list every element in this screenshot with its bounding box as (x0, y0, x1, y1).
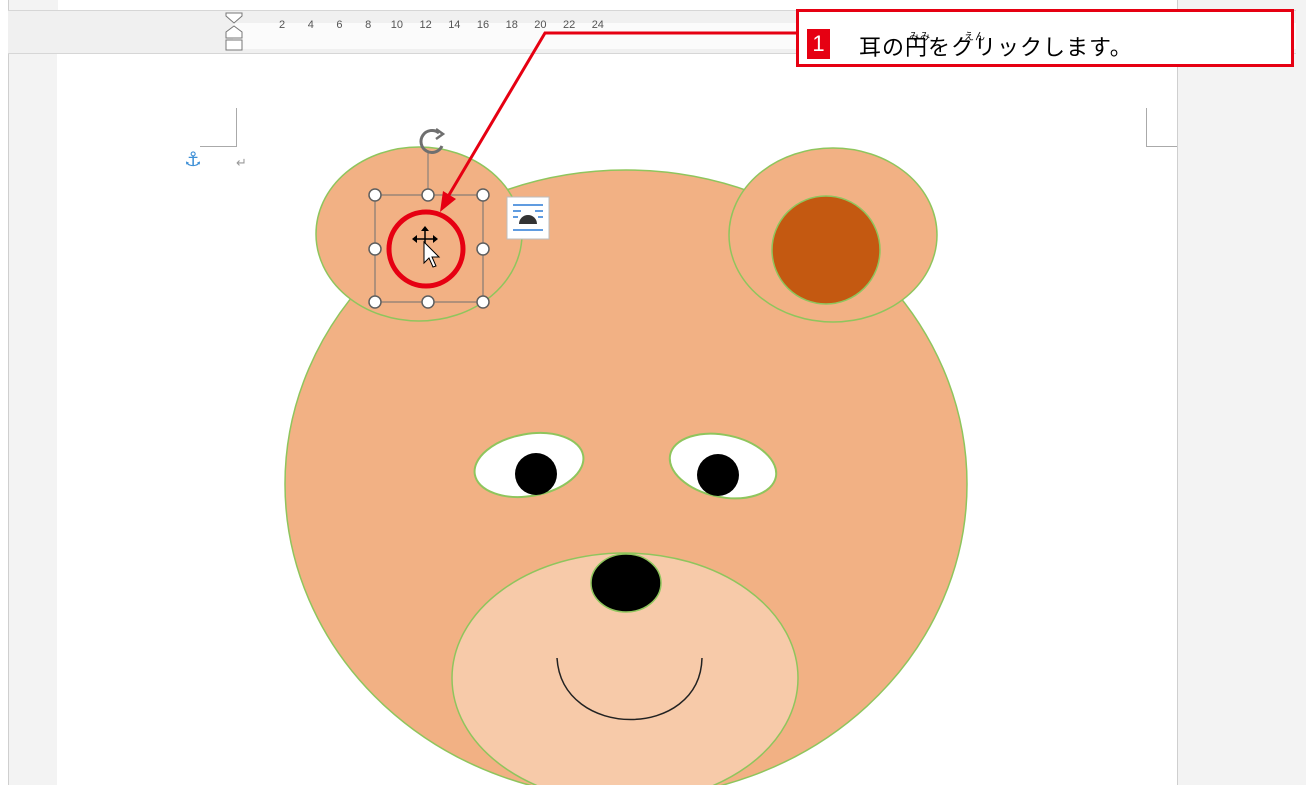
indent-marker-icon[interactable] (225, 12, 243, 51)
left-ear-shape[interactable] (315, 146, 523, 322)
instruction-text-wrapper: みみ えん 耳の円をクリックします。 (859, 30, 1133, 62)
bear-drawing-canvas (225, 12, 968, 785)
nose-shape[interactable] (590, 553, 662, 613)
left-pupil[interactable] (515, 453, 557, 495)
step-number-badge: 1 (807, 29, 830, 59)
layout-options-icon[interactable] (506, 196, 550, 240)
instruction-text: 耳の円をクリックします。 (859, 36, 1133, 61)
right-inner-ear-shape[interactable] (771, 195, 881, 305)
right-pupil[interactable] (697, 454, 739, 496)
instruction-callout: 1 みみ えん 耳の円をクリックします。 (796, 9, 1294, 67)
ruby-mimi: みみ (909, 32, 931, 43)
ruby-en: えん (964, 32, 986, 43)
